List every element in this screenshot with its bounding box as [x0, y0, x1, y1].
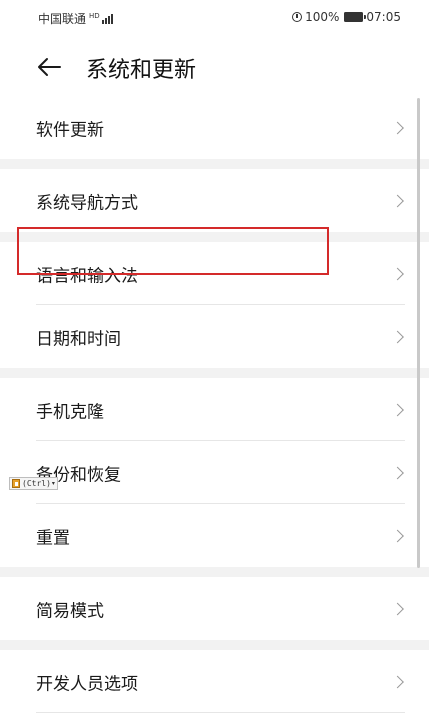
carrier-name: 中国联通 [38, 12, 87, 26]
scrollbar[interactable] [417, 98, 420, 568]
settings-item-label: 手机克隆 [36, 402, 104, 422]
chevron-right-icon [391, 466, 404, 479]
carrier-info: 中国联通 HD [38, 10, 113, 27]
settings-item-reset[interactable]: 重置 [0, 504, 429, 567]
clipboard-icon [12, 479, 20, 488]
hd-label: HD [89, 12, 100, 20]
chevron-right-icon [391, 121, 404, 134]
page-title: 系统和更新 [86, 58, 197, 83]
chevron-right-icon [391, 267, 404, 280]
back-arrow-icon[interactable] [36, 56, 62, 78]
chevron-right-icon [391, 529, 404, 542]
section-gap [0, 640, 429, 650]
settings-item-backup-restore[interactable]: 备份和恢复 [0, 441, 429, 504]
battery-icon [344, 12, 367, 22]
settings-list: 软件更新 系统导航方式 语言和输入法 日期和时间 手机克隆 备份和恢复 重置 简… [0, 96, 429, 713]
settings-item-label: 系统导航方式 [36, 193, 138, 213]
chevron-right-icon [391, 330, 404, 343]
status-right: 100% 07:05 [292, 10, 401, 24]
section-gap [0, 567, 429, 577]
chevron-right-icon [391, 602, 404, 615]
battery-percent: 100% [305, 10, 340, 24]
settings-item-label: 重置 [36, 528, 70, 548]
settings-item-navigation[interactable]: 系统导航方式 [0, 169, 429, 232]
chevron-down-icon: ▾ [51, 480, 55, 487]
settings-item-language-input[interactable]: 语言和输入法 [0, 242, 429, 305]
settings-item-label: 日期和时间 [36, 329, 121, 349]
chevron-right-icon [391, 675, 404, 688]
settings-item-phone-clone[interactable]: 手机克隆 [0, 378, 429, 441]
header: 系统和更新 [0, 48, 429, 90]
settings-item-simple-mode[interactable]: 简易模式 [0, 577, 429, 640]
chevron-right-icon [391, 194, 404, 207]
signal-icon: HD [89, 13, 113, 24]
settings-item-label: 软件更新 [36, 120, 104, 140]
settings-item-developer-options[interactable]: 开发人员选项 [0, 650, 429, 713]
settings-item-label: 开发人员选项 [36, 674, 138, 694]
clock: 07:05 [366, 10, 401, 24]
section-gap [0, 368, 429, 378]
settings-item-label: 简易模式 [36, 601, 104, 621]
settings-item-software-update[interactable]: 软件更新 [0, 96, 429, 159]
paste-options-button[interactable]: (Ctrl) ▾ [9, 477, 58, 490]
settings-item-label: 语言和输入法 [36, 266, 138, 286]
settings-item-date-time[interactable]: 日期和时间 [0, 305, 429, 368]
section-gap [0, 159, 429, 169]
status-bar: 中国联通 HD 100% 07:05 [0, 0, 429, 36]
chevron-right-icon [391, 403, 404, 416]
paste-label: (Ctrl) [22, 479, 51, 488]
alarm-icon [292, 12, 303, 22]
section-gap [0, 232, 429, 242]
